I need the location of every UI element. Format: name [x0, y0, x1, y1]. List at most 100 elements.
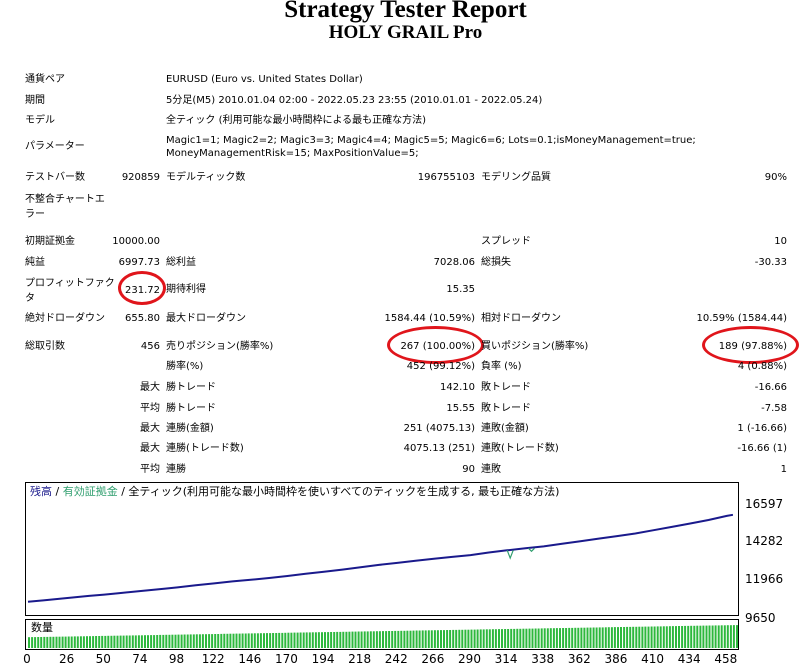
x-tick-label: 434 [677, 652, 701, 666]
volume-bar [565, 628, 568, 648]
volume-bar [110, 635, 113, 648]
volume-bar [659, 626, 662, 648]
volume-bar [717, 625, 720, 648]
y-tick-label: 16597 [745, 497, 784, 511]
volume-bar [253, 633, 256, 648]
volume-bar [476, 629, 479, 648]
params-value: Magic1=1; Magic2=2; Magic3=3; Magic4=4; … [166, 135, 696, 159]
volume-bar [388, 631, 391, 648]
volume-bar [406, 630, 409, 648]
volume-bar [107, 635, 110, 648]
volume-bar [67, 636, 70, 648]
volume-bar [278, 632, 281, 648]
volume-bar [656, 626, 659, 648]
win-rate-value: 452 (99.12%) [406, 361, 475, 372]
volume-bar [211, 634, 214, 648]
volume-bar [153, 635, 156, 648]
largest-loss-label: 敗トレード [481, 382, 531, 393]
volume-bar [385, 631, 388, 648]
volume-bar [650, 626, 653, 648]
volume-bar [436, 630, 439, 648]
volume-bar [525, 628, 528, 648]
x-tick-label: 146 [238, 652, 262, 666]
volume-bar [266, 633, 268, 648]
volume-bar [40, 637, 43, 648]
volume-bar [375, 631, 378, 648]
volume-bar [427, 630, 430, 648]
volume-bar [290, 632, 293, 648]
volume-bar [488, 629, 491, 648]
win-rate-label: 勝率(%) [166, 361, 204, 372]
volume-bar [513, 628, 516, 648]
volume-bar [189, 634, 192, 648]
volume-bar [455, 629, 458, 648]
volume-bar [562, 628, 565, 648]
volume-bar [241, 633, 244, 648]
x-tick-label: 170 [274, 652, 298, 666]
volume-bar [214, 634, 217, 648]
volume-bar [98, 636, 101, 648]
volume-bar [546, 628, 549, 648]
volume-bar [601, 627, 604, 648]
volume-bar [73, 636, 76, 648]
y-tick-label: 11966 [745, 572, 784, 586]
volume-bar [327, 632, 330, 648]
volume-bar [183, 634, 186, 648]
volume-bar [342, 631, 345, 648]
x-tick-label: 194 [311, 652, 335, 666]
volume-bar [418, 630, 421, 648]
volume-bar [192, 634, 195, 648]
short-positions-label: 売りポジション(勝率%) [166, 341, 274, 352]
volume-bar [400, 630, 403, 648]
volume-bar [256, 633, 259, 648]
volume-bar [174, 634, 177, 648]
volume-bar [440, 630, 442, 648]
symbol-value: EURUSD (Euro vs. United States Dollar) [166, 74, 363, 85]
volume-bar [156, 635, 159, 648]
volume-bar [333, 632, 336, 648]
volume-bar [714, 625, 717, 648]
max-consec-loss-label: 連敗(トレード数) [481, 443, 559, 454]
avg-consec-wins-label: 連勝 [166, 464, 186, 475]
volume-bar [140, 635, 143, 648]
volume-bar [711, 625, 714, 648]
volume-bar [43, 636, 46, 648]
model-value: 全ティック (利用可能な最小時間枠による最も正確な方法) [166, 115, 427, 126]
volume-bar [577, 627, 580, 648]
volume-bar [519, 628, 522, 648]
volume-bar [403, 630, 406, 648]
volume-bar [720, 625, 723, 648]
volume-bar [482, 629, 485, 648]
volume-bar [479, 629, 482, 648]
volume-bar [235, 633, 238, 648]
volume-bar [537, 628, 540, 648]
bars-value: 920859 [121, 172, 160, 183]
volume-bar [345, 631, 348, 648]
spread-label: スプレッド [481, 236, 531, 247]
volume-bar [675, 626, 677, 648]
volume-chart: 数量 [25, 619, 739, 650]
volume-bar [702, 625, 705, 648]
volume-bar [95, 636, 98, 648]
volume-bar [687, 625, 690, 648]
volume-bar [736, 625, 738, 648]
net-label: 純益 [25, 257, 45, 268]
volume-bar [449, 630, 452, 648]
volume-bar [336, 631, 339, 648]
volume-bar [629, 626, 632, 648]
volume-bar [61, 636, 64, 648]
max-consec-wins-value: 251 (4075.13) [403, 423, 475, 434]
volume-bar [684, 625, 687, 648]
volume-bar [391, 631, 394, 648]
volume-bar [501, 629, 503, 648]
total-trades-label: 総取引数 [25, 341, 65, 352]
volume-bar [134, 635, 137, 648]
x-tick-label: 26 [59, 652, 75, 666]
equity-dip [506, 550, 514, 560]
equity-dip [528, 547, 535, 553]
volume-bar [171, 634, 174, 648]
volume-bar [177, 634, 180, 648]
max-consec-wins-label: 連勝(金額) [166, 423, 214, 434]
volume-bar [586, 627, 589, 648]
deposit-label: 初期証拠金 [25, 236, 75, 247]
